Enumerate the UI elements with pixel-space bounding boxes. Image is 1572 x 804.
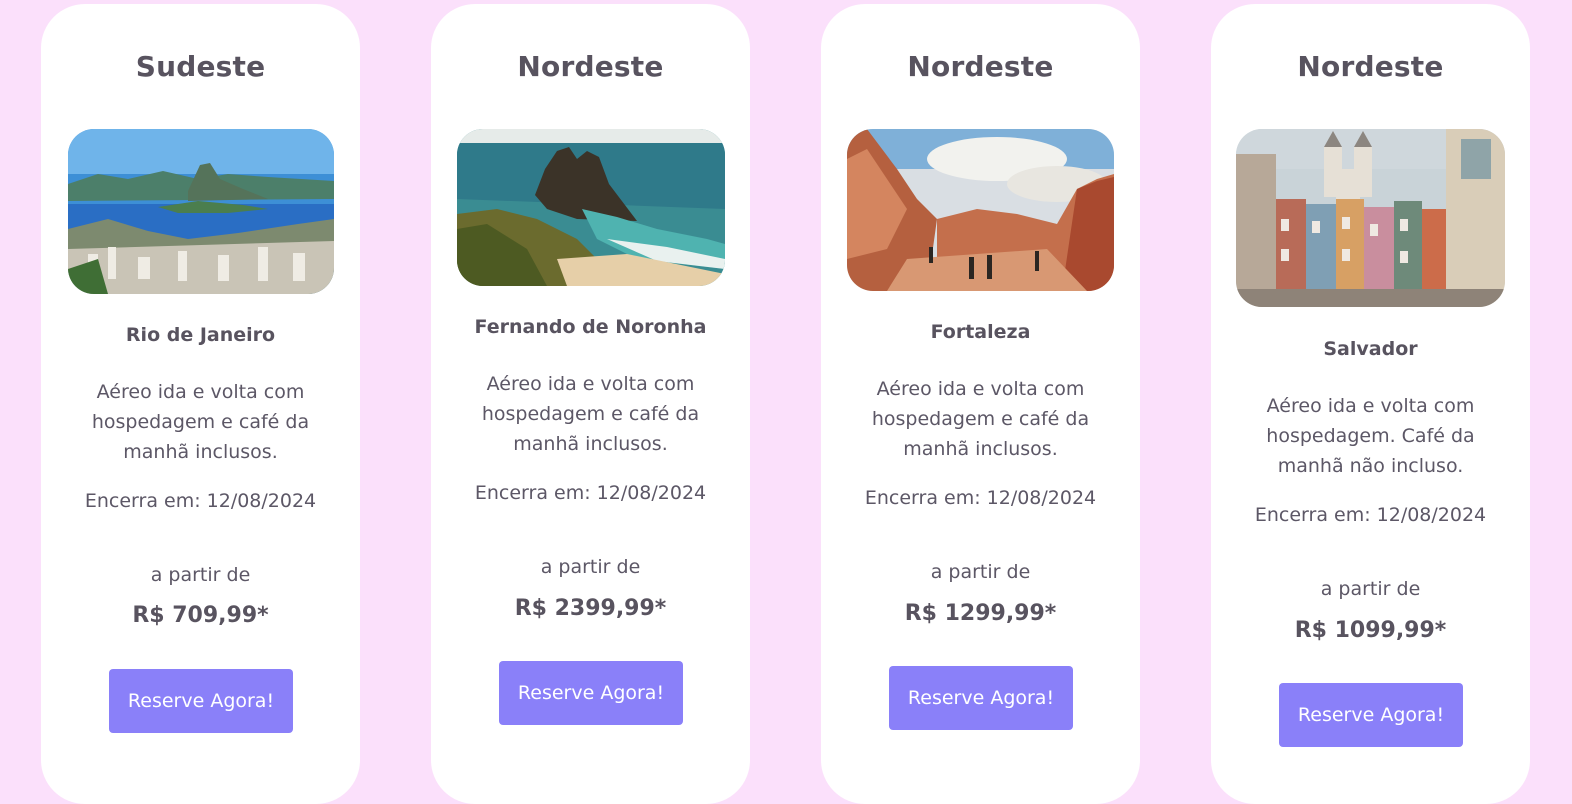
card-deadline: Encerra em: 12/08/2024	[474, 482, 707, 504]
card-region-title: Nordeste	[517, 50, 664, 83]
package-card: Nordeste Salvador Aéreo ida e volta com …	[1211, 4, 1530, 804]
rio-de-janeiro-bay-photo	[68, 129, 334, 294]
card-deadline: Encerra em: 12/08/2024	[1254, 504, 1487, 526]
card-description: Aéreo ida e volta com hospedagem. Café d…	[1266, 395, 1475, 477]
salvador-pelourinho-photo	[1236, 129, 1505, 307]
reserve-now-button[interactable]: Reserve Agora!	[1279, 683, 1463, 747]
card-city-name: Fernando de Noronha	[474, 316, 707, 338]
card-description: Aéreo ida e volta com hospedagem e café …	[481, 373, 700, 455]
reserve-now-button[interactable]: Reserve Agora!	[889, 666, 1073, 730]
card-region-title: Nordeste	[1297, 50, 1444, 83]
card-price: R$ 2399,99*	[514, 596, 667, 621]
card-description: Aéreo ida e volta com hospedagem e café …	[91, 381, 310, 463]
package-card: Nordeste Fortaleza Aéreo ida e volta com…	[821, 4, 1140, 804]
card-from-label: a partir de	[930, 561, 1031, 583]
card-from-label: a partir de	[150, 564, 251, 586]
card-from-label: a partir de	[1320, 578, 1421, 600]
card-region-title: Sudeste	[135, 50, 266, 83]
card-price: R$ 1099,99*	[1294, 618, 1447, 643]
card-deadline: Encerra em: 12/08/2024	[84, 490, 317, 512]
card-city-name: Rio de Janeiro	[125, 324, 276, 346]
package-card: Sudeste Rio de Janeiro Aéreo ida e volta…	[41, 4, 360, 804]
card-region-title: Nordeste	[907, 50, 1054, 83]
card-city-name: Fortaleza	[930, 321, 1031, 343]
fortaleza-canyon-photo	[847, 129, 1114, 291]
card-price: R$ 1299,99*	[904, 601, 1057, 626]
reserve-now-button[interactable]: Reserve Agora!	[499, 661, 683, 725]
card-city-name: Salvador	[1323, 338, 1418, 360]
package-card: Nordeste Fernando de Noronha Aéreo ida e…	[431, 4, 750, 804]
fernando-de-noronha-beach-photo	[457, 129, 725, 286]
card-description: Aéreo ida e volta com hospedagem e café …	[871, 378, 1090, 460]
card-price: R$ 709,99*	[132, 603, 269, 628]
reserve-now-button[interactable]: Reserve Agora!	[109, 669, 293, 733]
card-from-label: a partir de	[540, 556, 641, 578]
card-deadline: Encerra em: 12/08/2024	[864, 487, 1097, 509]
